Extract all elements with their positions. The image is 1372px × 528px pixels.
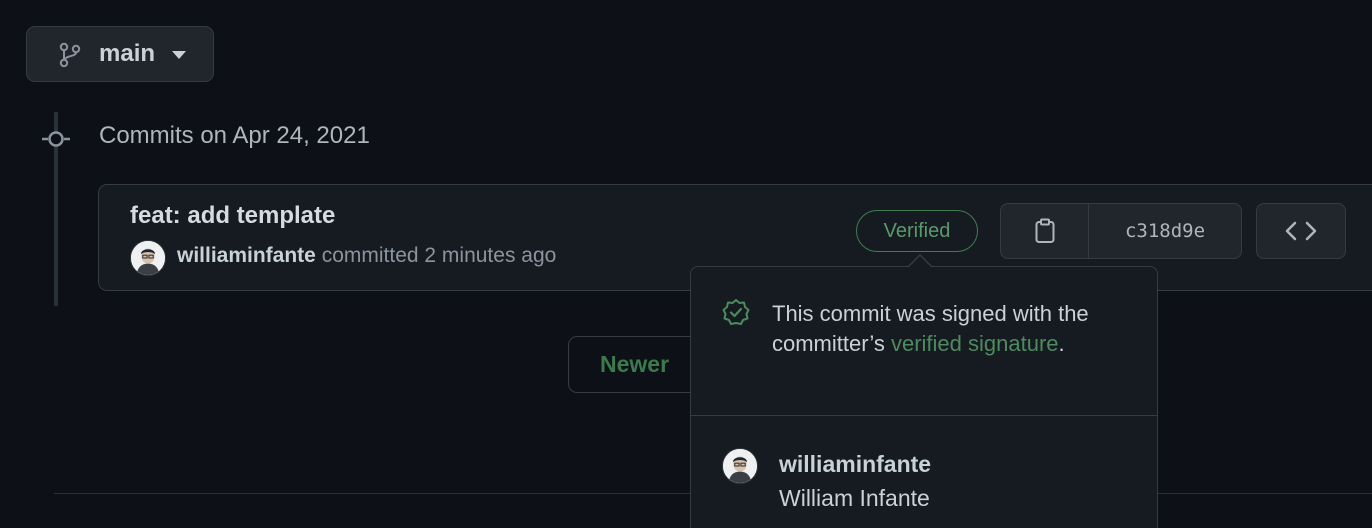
popover-message: This commit was signed with the committe…	[772, 299, 1132, 359]
avatar-image	[131, 241, 165, 275]
avatar-image	[723, 449, 757, 483]
popover-divider	[691, 415, 1157, 416]
commit-action: committed	[321, 244, 419, 267]
commit-node-icon	[42, 131, 70, 147]
signer-full-name: William Infante	[779, 485, 930, 511]
commit-sha-link[interactable]: c318d9e	[1089, 204, 1241, 258]
commits-page: main Commits on Apr 24, 2021 feat: add t…	[0, 0, 1372, 528]
verified-signature-link[interactable]: verified signature	[891, 331, 1059, 356]
branch-select-button[interactable]: main	[26, 26, 214, 82]
git-branch-icon	[59, 42, 81, 68]
verified-badge[interactable]: Verified	[856, 210, 978, 252]
commit-date-heading: Commits on Apr 24, 2021	[99, 122, 370, 149]
verified-shield-icon	[722, 299, 750, 325]
code-icon	[1285, 221, 1317, 241]
popover-message-suffix: .	[1058, 331, 1065, 356]
newer-label: Newer	[600, 351, 670, 377]
commit-sha-button-group: c318d9e	[1000, 203, 1242, 259]
copy-sha-button[interactable]	[1001, 204, 1089, 258]
signer-login-link[interactable]: williaminfante	[779, 451, 931, 478]
browse-repository-button[interactable]	[1256, 203, 1346, 259]
caret-down-icon	[172, 51, 186, 59]
clipboard-icon	[1035, 218, 1054, 243]
commit-title-link[interactable]: feat: add template	[130, 202, 335, 230]
signer-avatar[interactable]	[722, 448, 758, 484]
commit-time: 2 minutes ago	[424, 244, 557, 267]
branch-name: main	[99, 40, 156, 67]
popover-arrow-inner	[909, 256, 931, 267]
avatar[interactable]	[130, 240, 166, 276]
commit-meta: williaminfante committed 2 minutes ago	[177, 244, 556, 268]
commit-author-link[interactable]: williaminfante	[177, 244, 316, 267]
